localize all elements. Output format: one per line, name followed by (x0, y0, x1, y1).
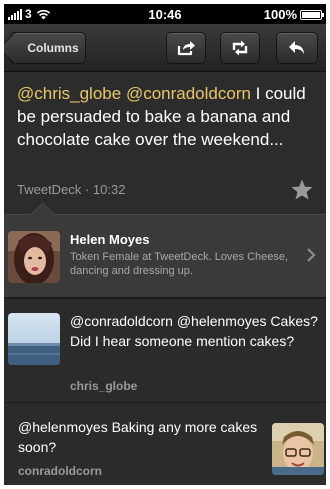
author-name: Helen Moyes (70, 232, 150, 247)
tweet-username[interactable]: chris_globe (70, 379, 137, 393)
retweet-icon (232, 40, 248, 56)
avatar-image (272, 423, 324, 475)
battery-group: 100% (263, 7, 324, 22)
battery-icon (300, 9, 324, 20)
chevron-right-icon (307, 248, 316, 262)
reply-icon (289, 41, 304, 54)
tweet-source: TweetDeck (17, 182, 82, 197)
list-item[interactable]: @conradoldcorn @helenmoyes Cakes? Did I … (4, 298, 326, 402)
tweet-meta: TweetDeck · 10:32 (17, 182, 125, 197)
toolbar: Columns (4, 24, 326, 72)
mention-link[interactable]: @chris_globe (17, 84, 121, 103)
star-icon[interactable] (290, 178, 314, 202)
avatar[interactable] (8, 313, 60, 365)
avatar[interactable] (272, 423, 324, 475)
author-profile-row[interactable]: Helen Moyes Token Female at TweetDeck. L… (4, 214, 326, 298)
list-item[interactable]: @helenmoyes Baking any more cakes soon? … (4, 402, 326, 485)
tweet-text: @helenmoyes Baking any more cakes soon? (18, 419, 258, 455)
meta-separator: · (84, 182, 90, 197)
tweet-text: @conradoldcorn @helenmoyes Cakes? Did I … (70, 313, 318, 349)
tweet-text: @chris_globe @conradoldcorn I could be p… (17, 82, 317, 151)
share-icon (177, 41, 195, 56)
columns-back-label: Columns (27, 41, 79, 55)
avatar[interactable] (8, 231, 60, 283)
avatar-image (8, 313, 60, 365)
status-bar: 3 10:46 100% (4, 4, 326, 24)
columns-back-button[interactable]: Columns (10, 32, 86, 64)
app-screen: 3 10:46 100% Columns @chris_globe @conra… (4, 4, 326, 485)
share-button[interactable] (166, 32, 206, 64)
battery-percent: 100% (263, 7, 297, 22)
tweet-detail: @chris_globe @conradoldcorn I could be p… (4, 72, 326, 214)
author-bio: Token Female at TweetDeck. Loves Cheese,… (70, 251, 289, 277)
avatar-image (8, 231, 60, 283)
tweet-time: 10:32 (92, 182, 126, 197)
mention-link[interactable]: @conradoldcorn (126, 84, 251, 103)
tweet-username[interactable]: conradoldcorn (18, 464, 102, 478)
reply-button[interactable] (276, 32, 318, 64)
retweet-button[interactable] (220, 32, 260, 64)
